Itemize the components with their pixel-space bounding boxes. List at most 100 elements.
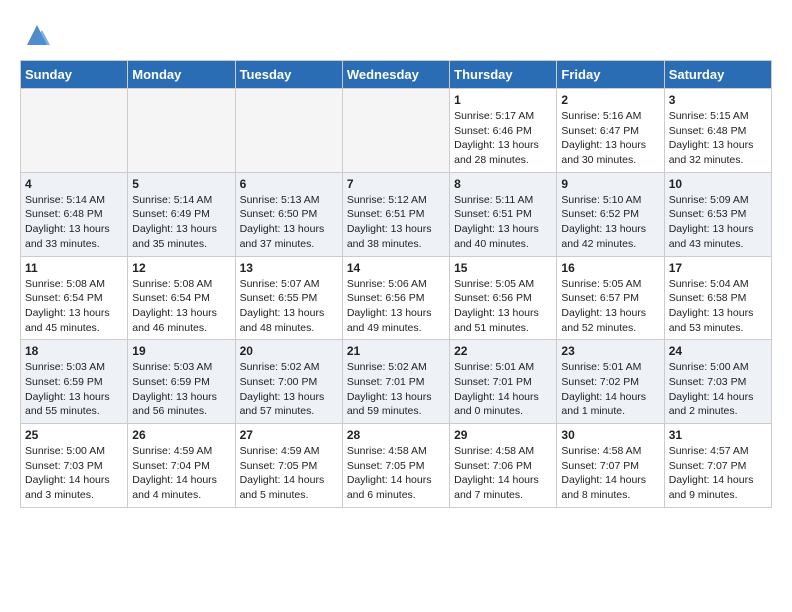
calendar-day-cell: 21 Sunrise: 5:02 AM Sunset: 7:01 PM Dayli… (342, 340, 449, 424)
day-info: Sunrise: 4:58 AM Sunset: 7:07 PM Dayligh… (561, 444, 659, 503)
calendar-day-cell: 13Sunrise: 5:07 AM Sunset: 6:55 PM Dayli… (235, 256, 342, 340)
day-info: Sunrise: 5:02 AM Sunset: 7:00 PM Dayligh… (240, 360, 338, 419)
calendar-week-row: 1 Sunrise: 5:17 AM Sunset: 6:46 PM Daylig… (21, 89, 772, 173)
day-number: 14 (347, 261, 445, 275)
day-number: 21 (347, 344, 445, 358)
calendar-day-cell: 17 Sunrise: 5:04 AM Sunset: 6:58 PM Dayli… (664, 256, 771, 340)
calendar-day-cell (128, 89, 235, 173)
day-info: Sunrise: 5:09 AM Sunset: 6:53 PM Dayligh… (669, 193, 767, 252)
day-number: 8 (454, 177, 552, 191)
calendar-day-cell: 25 Sunrise: 5:00 AM Sunset: 7:03 PM Dayli… (21, 424, 128, 508)
day-info: Sunrise: 5:04 AM Sunset: 6:58 PM Dayligh… (669, 277, 767, 336)
calendar-day-cell: 27 Sunrise: 4:59 AM Sunset: 7:05 PM Dayli… (235, 424, 342, 508)
calendar-day-cell: 26Sunrise: 4:59 AM Sunset: 7:04 PM Dayli… (128, 424, 235, 508)
day-info: Sunrise: 5:06 AM Sunset: 6:56 PM Dayligh… (347, 277, 445, 336)
calendar-day-cell: 30 Sunrise: 4:58 AM Sunset: 7:07 PM Dayli… (557, 424, 664, 508)
calendar-day-cell: 3 Sunrise: 5:15 AM Sunset: 6:48 PM Daylig… (664, 89, 771, 173)
day-number: 9 (561, 177, 659, 191)
day-number: 19 (132, 344, 230, 358)
day-number: 30 (561, 428, 659, 442)
calendar-day-cell: 16Sunrise: 5:05 AM Sunset: 6:57 PM Dayli… (557, 256, 664, 340)
calendar-week-row: 4Sunrise: 5:14 AM Sunset: 6:48 PM Daylig… (21, 172, 772, 256)
day-number: 20 (240, 344, 338, 358)
day-number: 29 (454, 428, 552, 442)
weekday-header: Saturday (664, 61, 771, 89)
calendar-day-cell (235, 89, 342, 173)
day-number: 23 (561, 344, 659, 358)
weekday-header: Sunday (21, 61, 128, 89)
calendar-day-cell: 5 Sunrise: 5:14 AM Sunset: 6:49 PM Daylig… (128, 172, 235, 256)
day-number: 5 (132, 177, 230, 191)
calendar-day-cell: 23 Sunrise: 5:01 AM Sunset: 7:02 PM Dayli… (557, 340, 664, 424)
day-info: Sunrise: 5:08 AM Sunset: 6:54 PM Dayligh… (25, 277, 123, 336)
day-info: Sunrise: 5:14 AM Sunset: 6:49 PM Dayligh… (132, 193, 230, 252)
calendar-day-cell: 19 Sunrise: 5:03 AM Sunset: 6:59 PM Dayli… (128, 340, 235, 424)
day-number: 27 (240, 428, 338, 442)
calendar-week-row: 25 Sunrise: 5:00 AM Sunset: 7:03 PM Dayli… (21, 424, 772, 508)
day-info: Sunrise: 5:13 AM Sunset: 6:50 PM Dayligh… (240, 193, 338, 252)
day-info: Sunrise: 5:11 AM Sunset: 6:51 PM Dayligh… (454, 193, 552, 252)
calendar-day-cell: 1 Sunrise: 5:17 AM Sunset: 6:46 PM Daylig… (450, 89, 557, 173)
weekday-header: Wednesday (342, 61, 449, 89)
calendar-week-row: 11Sunrise: 5:08 AM Sunset: 6:54 PM Dayli… (21, 256, 772, 340)
day-info: Sunrise: 4:59 AM Sunset: 7:05 PM Dayligh… (240, 444, 338, 503)
day-number: 24 (669, 344, 767, 358)
day-info: Sunrise: 5:03 AM Sunset: 6:59 PM Dayligh… (132, 360, 230, 419)
calendar-day-cell: 20 Sunrise: 5:02 AM Sunset: 7:00 PM Dayli… (235, 340, 342, 424)
day-info: Sunrise: 5:02 AM Sunset: 7:01 PM Dayligh… (347, 360, 445, 419)
day-number: 10 (669, 177, 767, 191)
calendar-day-cell: 12 Sunrise: 5:08 AM Sunset: 6:54 PM Dayli… (128, 256, 235, 340)
day-info: Sunrise: 5:10 AM Sunset: 6:52 PM Dayligh… (561, 193, 659, 252)
day-number: 31 (669, 428, 767, 442)
calendar-header-row: SundayMondayTuesdayWednesdayThursdayFrid… (21, 61, 772, 89)
day-info: Sunrise: 5:14 AM Sunset: 6:48 PM Dayligh… (25, 193, 123, 252)
day-number: 6 (240, 177, 338, 191)
weekday-header: Monday (128, 61, 235, 89)
day-info: Sunrise: 5:05 AM Sunset: 6:57 PM Dayligh… (561, 277, 659, 336)
day-number: 18 (25, 344, 123, 358)
calendar-day-cell: 10 Sunrise: 5:09 AM Sunset: 6:53 PM Dayli… (664, 172, 771, 256)
day-info: Sunrise: 4:58 AM Sunset: 7:06 PM Dayligh… (454, 444, 552, 503)
day-info: Sunrise: 4:59 AM Sunset: 7:04 PM Dayligh… (132, 444, 230, 503)
logo (20, 20, 52, 50)
day-number: 17 (669, 261, 767, 275)
calendar-week-row: 18 Sunrise: 5:03 AM Sunset: 6:59 PM Dayli… (21, 340, 772, 424)
day-info: Sunrise: 5:12 AM Sunset: 6:51 PM Dayligh… (347, 193, 445, 252)
calendar-day-cell: 29 Sunrise: 4:58 AM Sunset: 7:06 PM Dayli… (450, 424, 557, 508)
calendar-day-cell: 7 Sunrise: 5:12 AM Sunset: 6:51 PM Daylig… (342, 172, 449, 256)
day-info: Sunrise: 5:05 AM Sunset: 6:56 PM Dayligh… (454, 277, 552, 336)
day-info: Sunrise: 5:16 AM Sunset: 6:47 PM Dayligh… (561, 109, 659, 168)
day-number: 1 (454, 93, 552, 107)
day-number: 7 (347, 177, 445, 191)
day-info: Sunrise: 5:08 AM Sunset: 6:54 PM Dayligh… (132, 277, 230, 336)
calendar-day-cell: 24Sunrise: 5:00 AM Sunset: 7:03 PM Dayli… (664, 340, 771, 424)
calendar-day-cell (21, 89, 128, 173)
calendar-day-cell: 14 Sunrise: 5:06 AM Sunset: 6:56 PM Dayli… (342, 256, 449, 340)
calendar-day-cell: 22Sunrise: 5:01 AM Sunset: 7:01 PM Dayli… (450, 340, 557, 424)
weekday-header: Tuesday (235, 61, 342, 89)
calendar-table: SundayMondayTuesdayWednesdayThursdayFrid… (20, 60, 772, 508)
day-info: Sunrise: 5:17 AM Sunset: 6:46 PM Dayligh… (454, 109, 552, 168)
weekday-header: Thursday (450, 61, 557, 89)
day-number: 12 (132, 261, 230, 275)
calendar-day-cell: 18 Sunrise: 5:03 AM Sunset: 6:59 PM Dayli… (21, 340, 128, 424)
day-info: Sunrise: 5:01 AM Sunset: 7:01 PM Dayligh… (454, 360, 552, 419)
day-number: 3 (669, 93, 767, 107)
calendar-day-cell: 28 Sunrise: 4:58 AM Sunset: 7:05 PM Dayli… (342, 424, 449, 508)
day-info: Sunrise: 5:15 AM Sunset: 6:48 PM Dayligh… (669, 109, 767, 168)
day-number: 28 (347, 428, 445, 442)
page-header (20, 20, 772, 50)
day-number: 25 (25, 428, 123, 442)
day-info: Sunrise: 4:58 AM Sunset: 7:05 PM Dayligh… (347, 444, 445, 503)
calendar-day-cell: 8 Sunrise: 5:11 AM Sunset: 6:51 PM Daylig… (450, 172, 557, 256)
calendar-day-cell: 4Sunrise: 5:14 AM Sunset: 6:48 PM Daylig… (21, 172, 128, 256)
day-info: Sunrise: 4:57 AM Sunset: 7:07 PM Dayligh… (669, 444, 767, 503)
day-info: Sunrise: 5:07 AM Sunset: 6:55 PM Dayligh… (240, 277, 338, 336)
day-info: Sunrise: 5:00 AM Sunset: 7:03 PM Dayligh… (25, 444, 123, 503)
day-info: Sunrise: 5:03 AM Sunset: 6:59 PM Dayligh… (25, 360, 123, 419)
calendar-day-cell: 9 Sunrise: 5:10 AM Sunset: 6:52 PM Daylig… (557, 172, 664, 256)
day-number: 15 (454, 261, 552, 275)
calendar-day-cell: 2Sunrise: 5:16 AM Sunset: 6:47 PM Daylig… (557, 89, 664, 173)
calendar-day-cell: 11Sunrise: 5:08 AM Sunset: 6:54 PM Dayli… (21, 256, 128, 340)
day-info: Sunrise: 5:01 AM Sunset: 7:02 PM Dayligh… (561, 360, 659, 419)
